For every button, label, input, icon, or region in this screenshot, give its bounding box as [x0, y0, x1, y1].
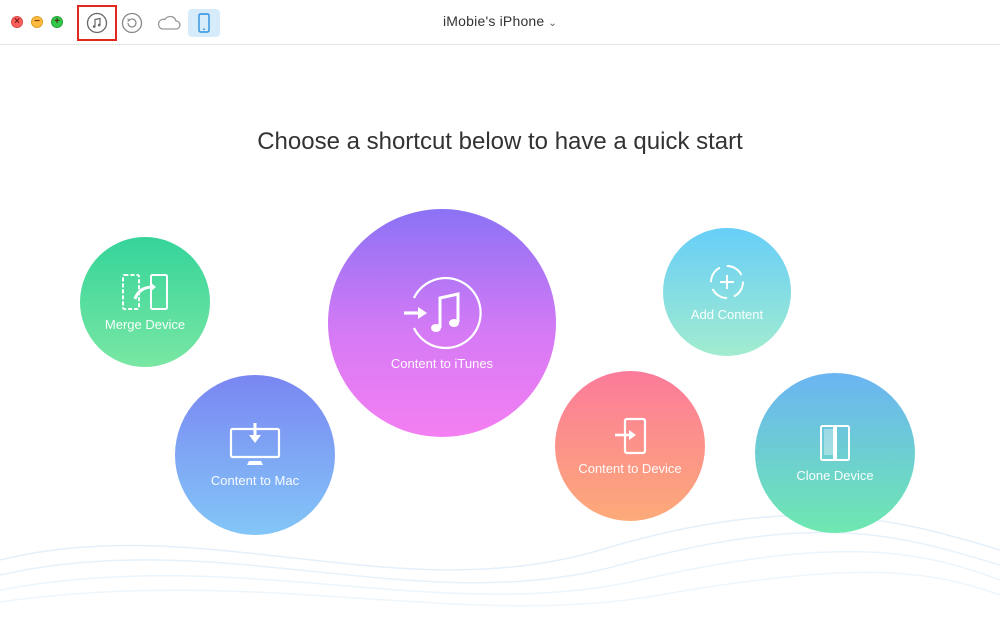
- device-selector[interactable]: iMobie's iPhone ⌄: [0, 13, 1000, 29]
- merge-device-icon: [122, 273, 168, 310]
- clone-device-icon: [820, 424, 850, 461]
- main-area: Choose a shortcut below to have a quick …: [0, 46, 1000, 620]
- merge-device-shortcut[interactable]: Merge Device: [80, 237, 210, 367]
- add-content-icon: [710, 264, 744, 299]
- shortcut-label: Content to iTunes: [390, 355, 494, 371]
- shortcut-label: Clone Device: [796, 467, 874, 483]
- shortcut-label: Add Content: [690, 306, 764, 322]
- content-to-mac-shortcut[interactable]: Content to Mac: [175, 375, 335, 535]
- add-content-shortcut[interactable]: Add Content: [663, 228, 791, 356]
- content-to-itunes-shortcut[interactable]: Content to iTunes: [328, 209, 556, 437]
- device-name: iMobie's iPhone: [443, 13, 545, 29]
- content-to-device-shortcut[interactable]: Content to Device: [555, 371, 705, 521]
- page-headline: Choose a shortcut below to have a quick …: [257, 128, 743, 155]
- shortcut-label: Content to Mac: [210, 472, 300, 488]
- content-to-itunes-icon: [404, 276, 482, 349]
- title-bar: × − + iMobie's iPhone ⌄: [0, 0, 1000, 45]
- shortcut-label: Merge Device: [104, 316, 186, 332]
- chevron-down-icon: ⌄: [548, 18, 557, 29]
- content-to-mac-icon: [229, 422, 281, 465]
- shortcut-label: Content to Device: [578, 460, 682, 476]
- clone-device-shortcut[interactable]: Clone Device: [755, 373, 915, 533]
- content-to-device-icon: [615, 417, 647, 454]
